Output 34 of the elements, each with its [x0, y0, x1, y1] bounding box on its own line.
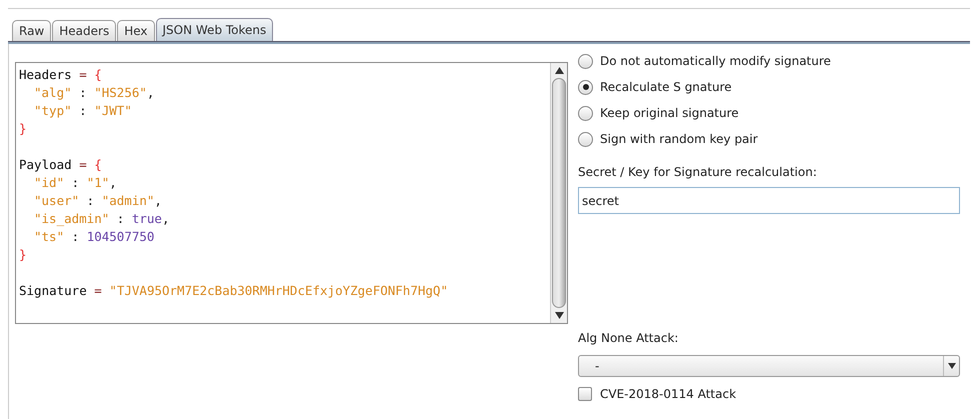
radio-button[interactable] — [578, 106, 593, 120]
code-editor[interactable]: Headers = { "alg" : "HS256", "typ" : "JWT" } Payload = { "id" : "1", "user" : "admin", "is_admin" : true, "ts" : 104507750 } Signature = "TJVA95OrM7E2cBab30RMHrHDcEfxjoYZgeFONFh7HgQ" — [15, 62, 568, 324]
radio-option[interactable]: Sign with random key pair — [578, 130, 758, 148]
code-line: "is_admin" : true, — [34, 210, 170, 228]
alg-none-label: Alg None Attack: — [578, 330, 680, 347]
code-line: } — [19, 246, 27, 264]
code-line: } — [19, 120, 27, 138]
radio-option[interactable]: Do not automatically modify signature — [578, 52, 831, 70]
scroll-down-arrow-icon[interactable] — [554, 312, 564, 319]
alg-none-dropdown[interactable]: - — [578, 355, 960, 377]
cve-attack-checkbox[interactable]: CVE-2018-0114 Attack — [578, 385, 960, 403]
code-line: Payload = { — [19, 156, 102, 174]
radio-button[interactable] — [578, 80, 593, 94]
secret-label: Secret / Key for Signature recalculation: — [578, 164, 818, 181]
scrollbar-thumb[interactable] — [552, 78, 566, 308]
scrollbar[interactable] — [550, 63, 567, 323]
scroll-up-arrow-icon[interactable] — [554, 67, 564, 74]
radio-button[interactable] — [578, 54, 593, 68]
code-line: "id" : "1", — [34, 174, 117, 192]
tab[interactable]: Hex — [117, 20, 154, 41]
code-line: "typ" : "JWT" — [34, 102, 132, 120]
tab[interactable]: Headers — [52, 20, 116, 41]
code-line: "user" : "admin", — [34, 192, 162, 210]
code-line: "alg" : "HS256", — [34, 84, 154, 102]
radio-button[interactable] — [578, 132, 593, 146]
code-line: Headers = { — [19, 66, 102, 84]
radio-option[interactable]: Recalculate S gnature — [578, 78, 732, 96]
code-line: "ts" : 104507750 — [34, 228, 154, 246]
secret-input-field[interactable]: secret — [578, 187, 960, 214]
tab[interactable]: JSON Web Tokens — [156, 18, 274, 41]
dropdown-arrow-icon — [948, 363, 956, 369]
code-line: Signature = "TJVA95OrM7E2cBab30RMHrHDcEfxjoYZgeFONFh7HgQ" — [19, 282, 448, 300]
radio-option[interactable]: Keep original signature — [578, 104, 739, 122]
tab[interactable]: Raw — [12, 20, 52, 41]
